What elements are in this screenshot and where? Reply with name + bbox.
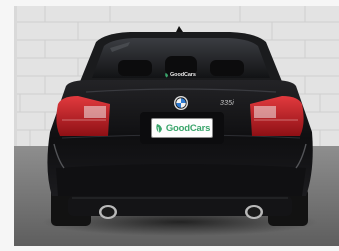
leaf-icon	[156, 124, 162, 134]
window-sticker-text: GoodCars	[170, 72, 196, 78]
leaf-icon	[165, 73, 168, 78]
model-badge: 335i	[220, 100, 235, 107]
bmw-roundel-icon	[174, 96, 188, 110]
plate-text: GoodCars	[165, 122, 211, 134]
license-plate: GoodCars	[151, 118, 213, 138]
window-sticker: GoodCars	[164, 71, 200, 79]
